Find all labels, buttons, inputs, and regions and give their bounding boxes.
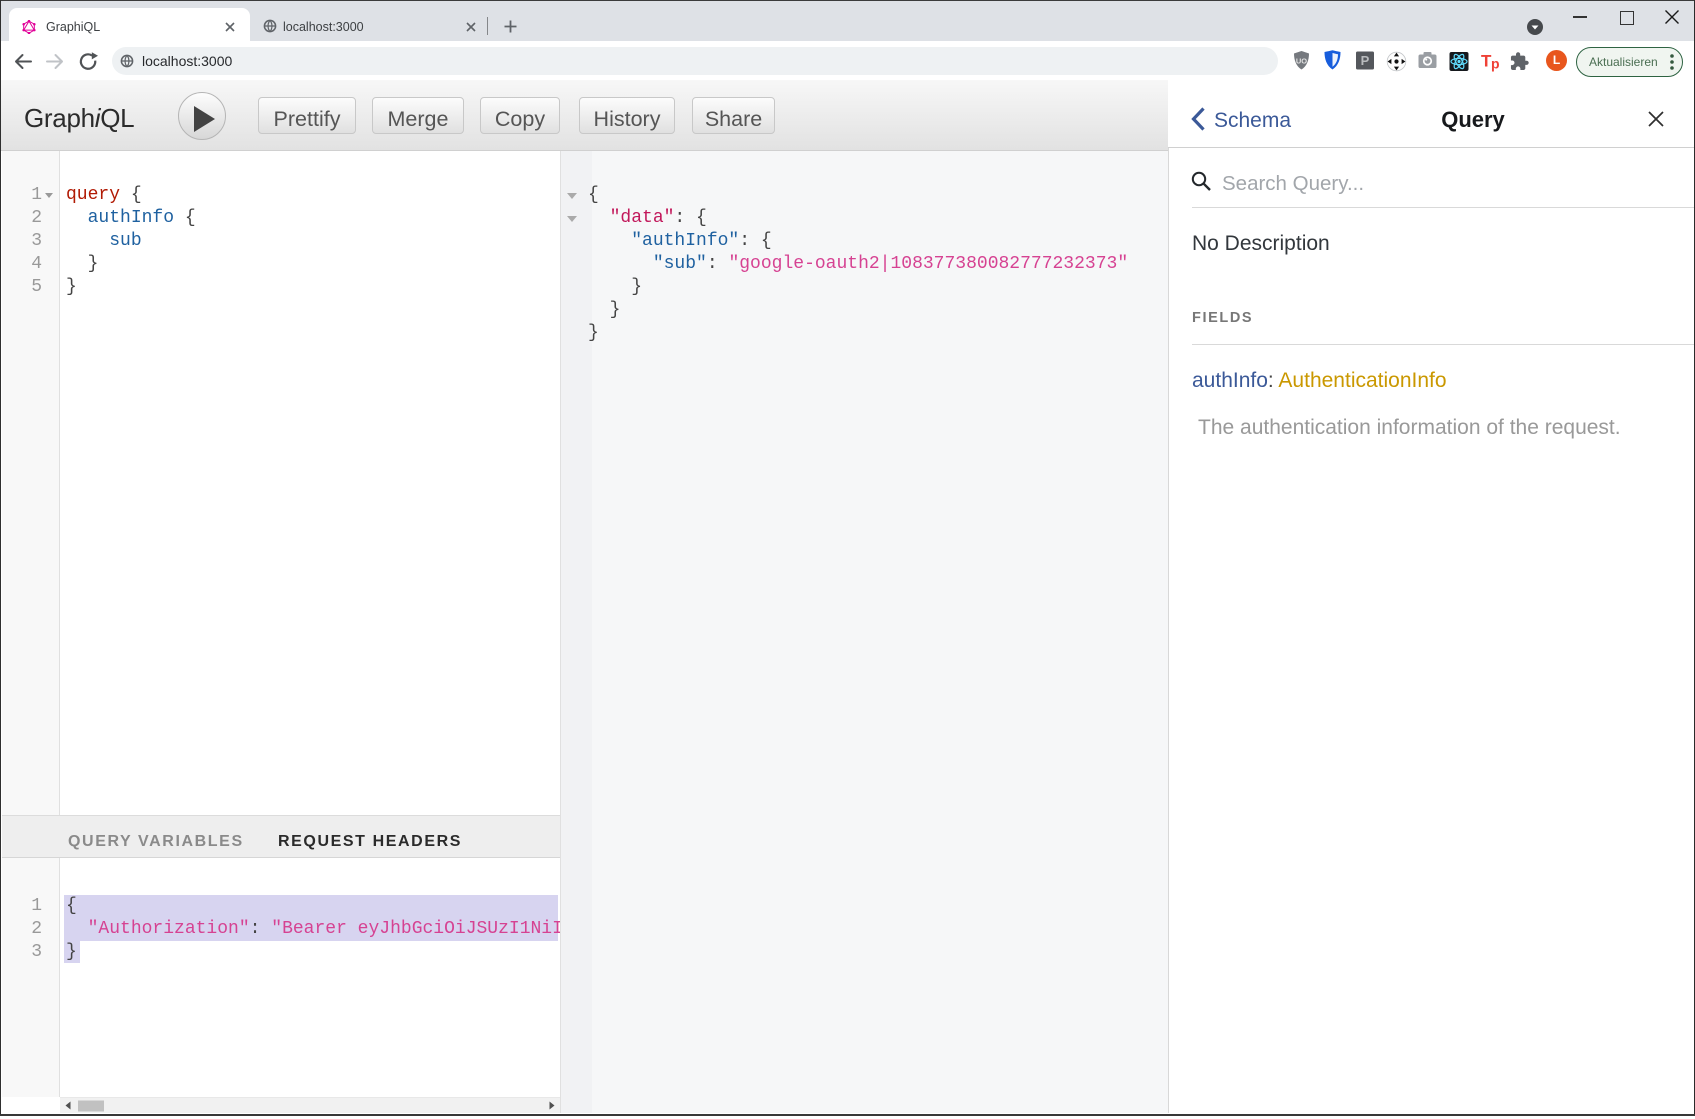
svg-text:UO: UO bbox=[1296, 57, 1307, 66]
svg-text:p: p bbox=[1491, 56, 1500, 72]
svg-text:P: P bbox=[1361, 53, 1370, 68]
